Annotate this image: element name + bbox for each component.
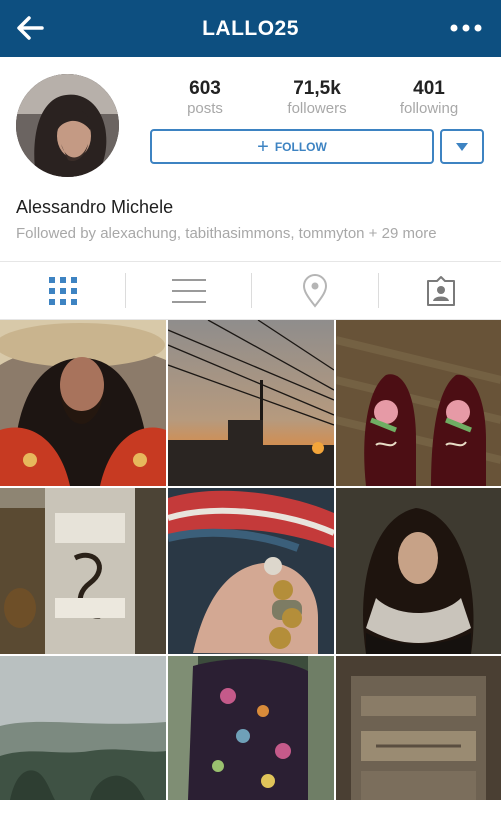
photo-thumbnail[interactable] [168,656,334,822]
photo-grid [0,320,501,800]
tagged-person-icon [426,275,455,306]
tab-map-view[interactable] [252,262,377,319]
tab-list-view[interactable] [126,262,251,319]
photo-thumbnail[interactable] [168,488,334,654]
following-count: 401 [413,78,445,99]
following-label: following [399,100,459,117]
avatar-image [16,74,119,177]
photo-thumbnail[interactable] [0,488,166,654]
profile-stats: 603 posts 71,5k followers 401 following [150,78,484,123]
photo-image [336,488,501,654]
followed-by-text[interactable]: Followed by alexachung, tabithasimmons, … [16,225,437,242]
photo-image [168,656,334,800]
posts-stat[interactable]: 603 posts [150,78,260,118]
list-icon [171,278,206,303]
profile-username-title: LALLO25 [202,17,299,40]
photo-thumbnail[interactable] [336,488,501,654]
followers-stat[interactable]: 71,5k followers [262,78,372,118]
photo-thumbnail[interactable] [336,320,501,486]
follow-button[interactable]: + FOLLOW [150,129,434,164]
profile-full-name: Alessandro Michele [16,197,174,217]
posts-label: posts [187,100,223,117]
photo-image [336,656,501,800]
following-stat[interactable]: 401 following [374,78,484,118]
followers-count: 71,5k [293,78,341,99]
grid-icon [48,276,77,305]
photo-thumbnail[interactable] [336,656,501,822]
photo-image [0,488,166,654]
avatar[interactable] [16,74,119,177]
photo-image [336,320,501,486]
follow-button-label: FOLLOW [274,139,327,154]
posts-count: 603 [189,78,221,99]
tab-tagged-photos[interactable] [378,262,501,319]
more-dots-icon[interactable] [449,22,483,34]
plus-icon: + [257,135,269,158]
photo-image [168,488,334,654]
photo-thumbnail[interactable] [168,320,334,486]
photo-image [0,656,166,800]
tab-grid-view[interactable] [0,262,125,319]
photo-thumbnail[interactable] [0,320,166,486]
profile-view-tabs [0,261,501,320]
photo-image [168,320,334,486]
photo-image [0,320,166,486]
location-pin-icon [302,273,327,308]
photo-thumbnail[interactable] [0,656,166,822]
followers-label: followers [287,100,347,117]
top-navigation-bar: LALLO25 [0,0,501,57]
suggestions-dropdown-button[interactable] [440,129,484,164]
chevron-down-icon [456,142,468,151]
